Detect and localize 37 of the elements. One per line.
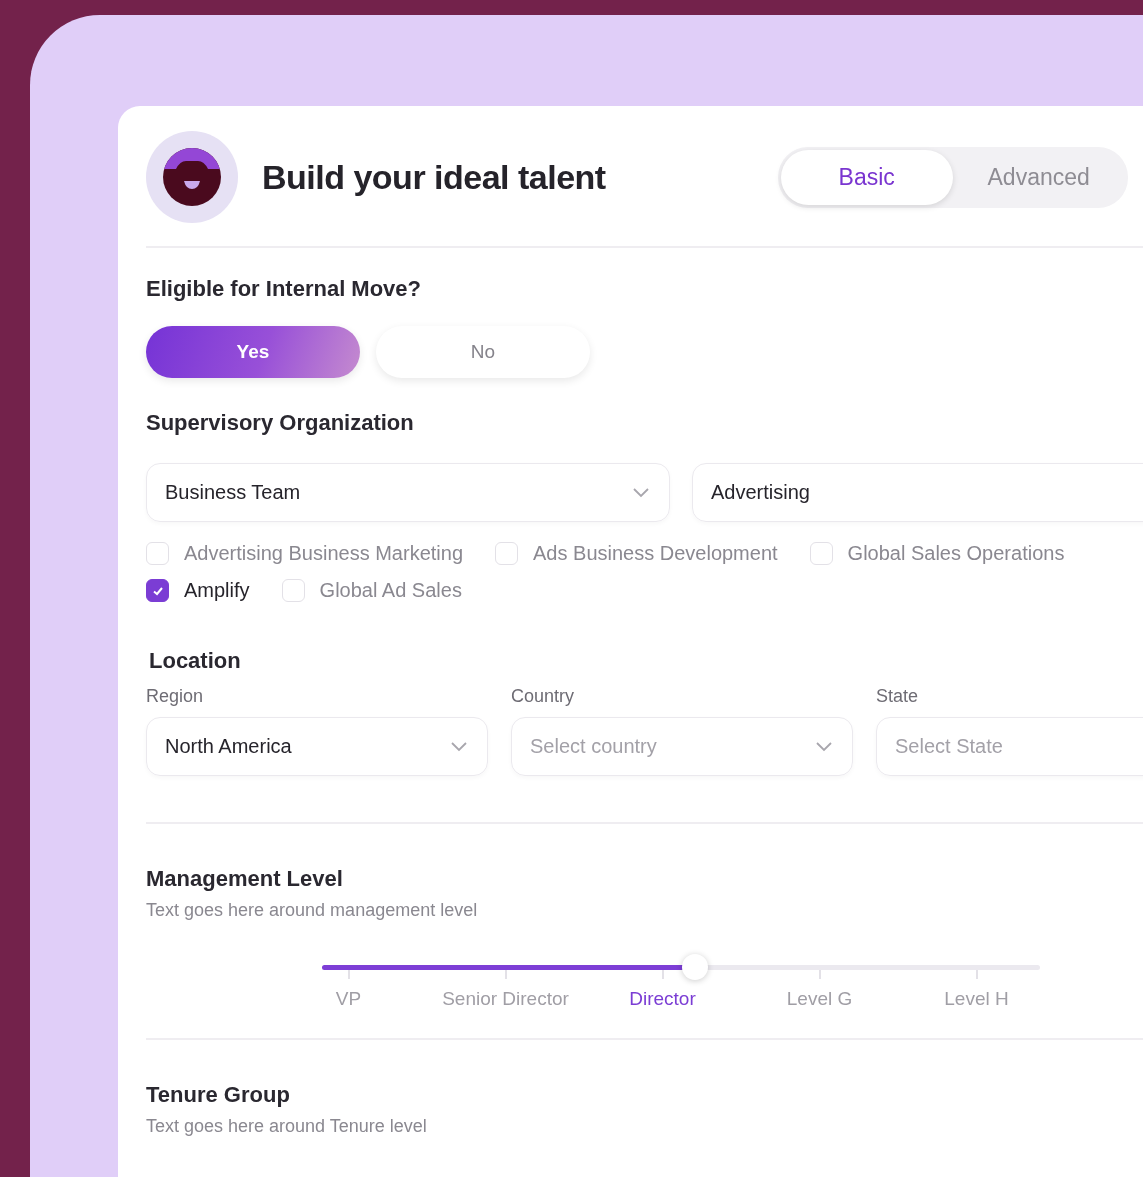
page-title: Build your ideal talent: [262, 157, 606, 197]
tab[interactable]: Advanced: [952, 149, 1125, 205]
toggle-option[interactable]: Yes: [146, 326, 360, 378]
section-heading: Eligible for Internal Move?: [146, 276, 423, 302]
field-label: State: [876, 686, 920, 707]
section-description: Text goes here around Tenure level: [146, 1116, 428, 1137]
level-slider[interactable]: VP Senior Director Director Level G Level H: [296, 953, 1096, 1010]
dropdown-field[interactable]: Select country: [511, 717, 853, 776]
input-field[interactable]: Select State: [876, 717, 1143, 776]
tab[interactable]: Basic: [780, 149, 953, 205]
section-heading: Tenure Group: [146, 1082, 291, 1108]
level-option[interactable]: VP: [335, 988, 362, 1010]
level-option[interactable]: Level H: [944, 988, 1009, 1010]
section-heading: Management Level: [146, 866, 344, 892]
level-option[interactable]: Level G: [786, 988, 853, 1010]
checkbox-option[interactable]: Ads Business Development: [495, 542, 778, 565]
dropdown-field[interactable]: North America: [146, 717, 488, 776]
chevron-down-icon: [633, 487, 649, 498]
toggle-option[interactable]: No: [376, 326, 590, 378]
section-description: Text goes here around management level: [146, 900, 479, 921]
checkbox-option[interactable]: Advertising Business Marketing: [146, 542, 463, 565]
level-option[interactable]: Director: [629, 988, 696, 1010]
level-option[interactable]: Senior Director: [442, 988, 569, 1010]
checkbox-option[interactable]: Global Sales Operations: [809, 542, 1065, 565]
input-field[interactable]: Advertising: [692, 463, 1143, 522]
dropdown-field[interactable]: Business Team: [146, 463, 670, 522]
field-label: Country: [511, 686, 576, 707]
avatar-icon: [146, 131, 238, 223]
slider-handle[interactable]: [682, 954, 709, 980]
checkbox[interactable]: [146, 579, 169, 602]
section-heading: Supervisory Organization: [146, 410, 415, 436]
checkbox-option[interactable]: Global Ad Sales: [281, 579, 462, 602]
chevron-down-icon: [451, 741, 467, 752]
chevron-down-icon: [816, 741, 832, 752]
checkbox-option[interactable]: Amplify: [146, 579, 250, 602]
section-heading: Location: [149, 648, 242, 674]
field-label: Region: [146, 686, 205, 707]
